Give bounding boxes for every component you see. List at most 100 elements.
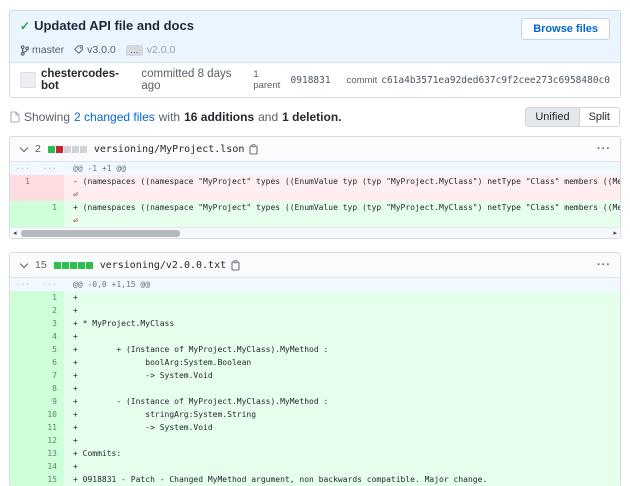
tag-icon <box>74 45 84 55</box>
code-cell: + - (Instance of MyProject.MyClass).MyMe… <box>64 395 620 408</box>
new-line-number[interactable]: 8 <box>37 382 64 395</box>
with-text: with <box>159 110 180 124</box>
showing-summary: Showing 2 changed files with 16 addition… <box>10 110 342 124</box>
code-cell: - (namespaces ((namespace "MyProject" ty… <box>64 175 620 201</box>
committer-name[interactable]: chestercodes-bot <box>41 68 136 92</box>
code-cell: + stringArg:System.String <box>64 408 620 421</box>
diffstat <box>54 262 93 269</box>
scrollbar-thumb[interactable] <box>21 230 181 237</box>
old-line-number[interactable] <box>10 447 37 460</box>
and-text: and <box>258 110 278 124</box>
scroll-left-arrow-icon[interactable]: ◂ <box>13 228 17 239</box>
old-line-number[interactable] <box>10 395 37 408</box>
diff-line-row: 8+ <box>10 382 620 395</box>
new-line-number[interactable]: 6 <box>37 356 64 369</box>
old-line-number[interactable] <box>10 330 37 343</box>
old-line-number[interactable]: ··· <box>10 278 37 291</box>
new-line-number[interactable]: 9 <box>37 395 64 408</box>
old-line-number[interactable]: ··· <box>10 162 37 175</box>
new-line-number[interactable]: 2 <box>37 304 64 317</box>
old-line-number[interactable] <box>10 473 37 486</box>
new-line-number[interactable]: 10 <box>37 408 64 421</box>
new-line-number[interactable]: 5 <box>37 343 64 356</box>
code-line-text: + <box>73 382 620 395</box>
diff-line-row: 5+ + (Instance of MyProject.MyClass).MyM… <box>10 343 620 356</box>
code-cell: + -> System.Void <box>64 421 620 434</box>
new-line-number[interactable]: ··· <box>37 162 64 175</box>
browse-files-button[interactable]: Browse files <box>521 18 610 40</box>
file-diff-section: 2 versioning/MyProject.lson ··· ······@@… <box>9 136 621 239</box>
new-line-number[interactable]: 7 <box>37 369 64 382</box>
file-changes-count: 2 <box>35 143 41 155</box>
chevron-down-icon[interactable] <box>20 259 28 267</box>
code-cell: @@ -0,0 +1,15 @@ <box>64 278 620 291</box>
new-line-number[interactable]: 11 <box>37 421 64 434</box>
code-line-text: + (namespaces ((namespace "MyProject" ty… <box>73 201 620 214</box>
old-line-number[interactable]: 1 <box>10 175 37 201</box>
diffstat-block-neutral <box>64 146 71 153</box>
old-line-number[interactable] <box>10 304 37 317</box>
old-line-number[interactable] <box>10 369 37 382</box>
tag-ellipsis-badge[interactable]: … <box>126 45 143 56</box>
new-line-number[interactable] <box>37 175 64 201</box>
code-line-text: + <box>73 291 620 304</box>
code-cell: + <box>64 304 620 317</box>
commit-label: commit <box>347 75 378 86</box>
avatar[interactable] <box>20 72 36 88</box>
diff-line-row: 1+ <box>10 291 620 304</box>
diff-line-row: 13+ Commits: <box>10 447 620 460</box>
new-line-number[interactable]: 1 <box>37 201 64 227</box>
old-line-number[interactable] <box>10 356 37 369</box>
code-cell: + Commits: <box>64 447 620 460</box>
new-line-number[interactable]: 3 <box>37 317 64 330</box>
copy-path-icon[interactable] <box>231 260 241 271</box>
new-line-number[interactable]: ··· <box>37 278 64 291</box>
new-line-number[interactable]: 12 <box>37 434 64 447</box>
committer-row: chestercodes-bot committed 8 days ago 1 … <box>10 62 620 97</box>
chevron-down-icon[interactable] <box>20 143 28 151</box>
old-line-number[interactable] <box>10 460 37 473</box>
scrollbar-track[interactable] <box>20 230 611 237</box>
split-view-button[interactable]: Split <box>579 108 619 126</box>
file-header: 2 versioning/MyProject.lson ··· <box>10 137 620 162</box>
old-line-number[interactable] <box>10 343 37 356</box>
new-line-number[interactable]: 1 <box>37 291 64 304</box>
file-options-kebab-icon[interactable]: ··· <box>597 143 611 155</box>
parent-sha[interactable]: 0918831 <box>291 75 331 86</box>
new-line-number[interactable]: 15 <box>37 473 64 486</box>
old-line-number[interactable] <box>10 421 37 434</box>
old-line-number[interactable] <box>10 408 37 421</box>
old-line-number[interactable] <box>10 434 37 447</box>
changed-files-link[interactable]: 2 changed files <box>74 110 155 124</box>
tag-secondary-label[interactable]: v2.0.0 <box>147 44 176 56</box>
new-line-number[interactable]: 4 <box>37 330 64 343</box>
diffstat-block-add <box>62 262 69 269</box>
no-newline-icon: ⏎ <box>73 214 620 227</box>
file-diff-section: 15 versioning/v2.0.0.txt ··· ······@@ -0… <box>9 252 621 486</box>
old-line-number[interactable] <box>10 382 37 395</box>
code-cell: + boolArg:System.Boolean <box>64 356 620 369</box>
old-line-number[interactable] <box>10 317 37 330</box>
new-line-number[interactable]: 14 <box>37 460 64 473</box>
copy-path-icon[interactable] <box>249 144 259 155</box>
old-line-number[interactable] <box>10 291 37 304</box>
code-cell: + <box>64 330 620 343</box>
file-name[interactable]: versioning/v2.0.0.txt <box>100 260 226 271</box>
new-line-number[interactable]: 13 <box>37 447 64 460</box>
code-line-text: @@ -1 +1 @@ <box>73 162 620 175</box>
code-line-text: + <box>73 460 620 473</box>
file-name[interactable]: versioning/MyProject.lson <box>94 144 245 155</box>
old-line-number[interactable] <box>10 201 37 227</box>
scroll-right-arrow-icon[interactable]: ▸ <box>613 228 617 239</box>
committed-ago-text: committed 8 days ago <box>141 68 253 92</box>
diff-line-row: 12+ <box>10 434 620 447</box>
file-options-kebab-icon[interactable]: ··· <box>597 259 611 271</box>
tag-group[interactable]: v3.0.0 <box>74 44 116 56</box>
code-line-text: - (namespaces ((namespace "MyProject" ty… <box>73 175 620 188</box>
diff-line-row: 4+ <box>10 330 620 343</box>
horizontal-scrollbar[interactable]: ◂ ▸ <box>10 227 620 238</box>
unified-view-button[interactable]: Unified <box>526 108 578 126</box>
branch-group[interactable]: master <box>20 44 64 56</box>
commit-sha: c61a4b3571ea92ded637c9f2cee273c6958480c0 <box>381 75 610 86</box>
code-line-text: + - (Instance of MyProject.MyClass).MyMe… <box>73 395 620 408</box>
